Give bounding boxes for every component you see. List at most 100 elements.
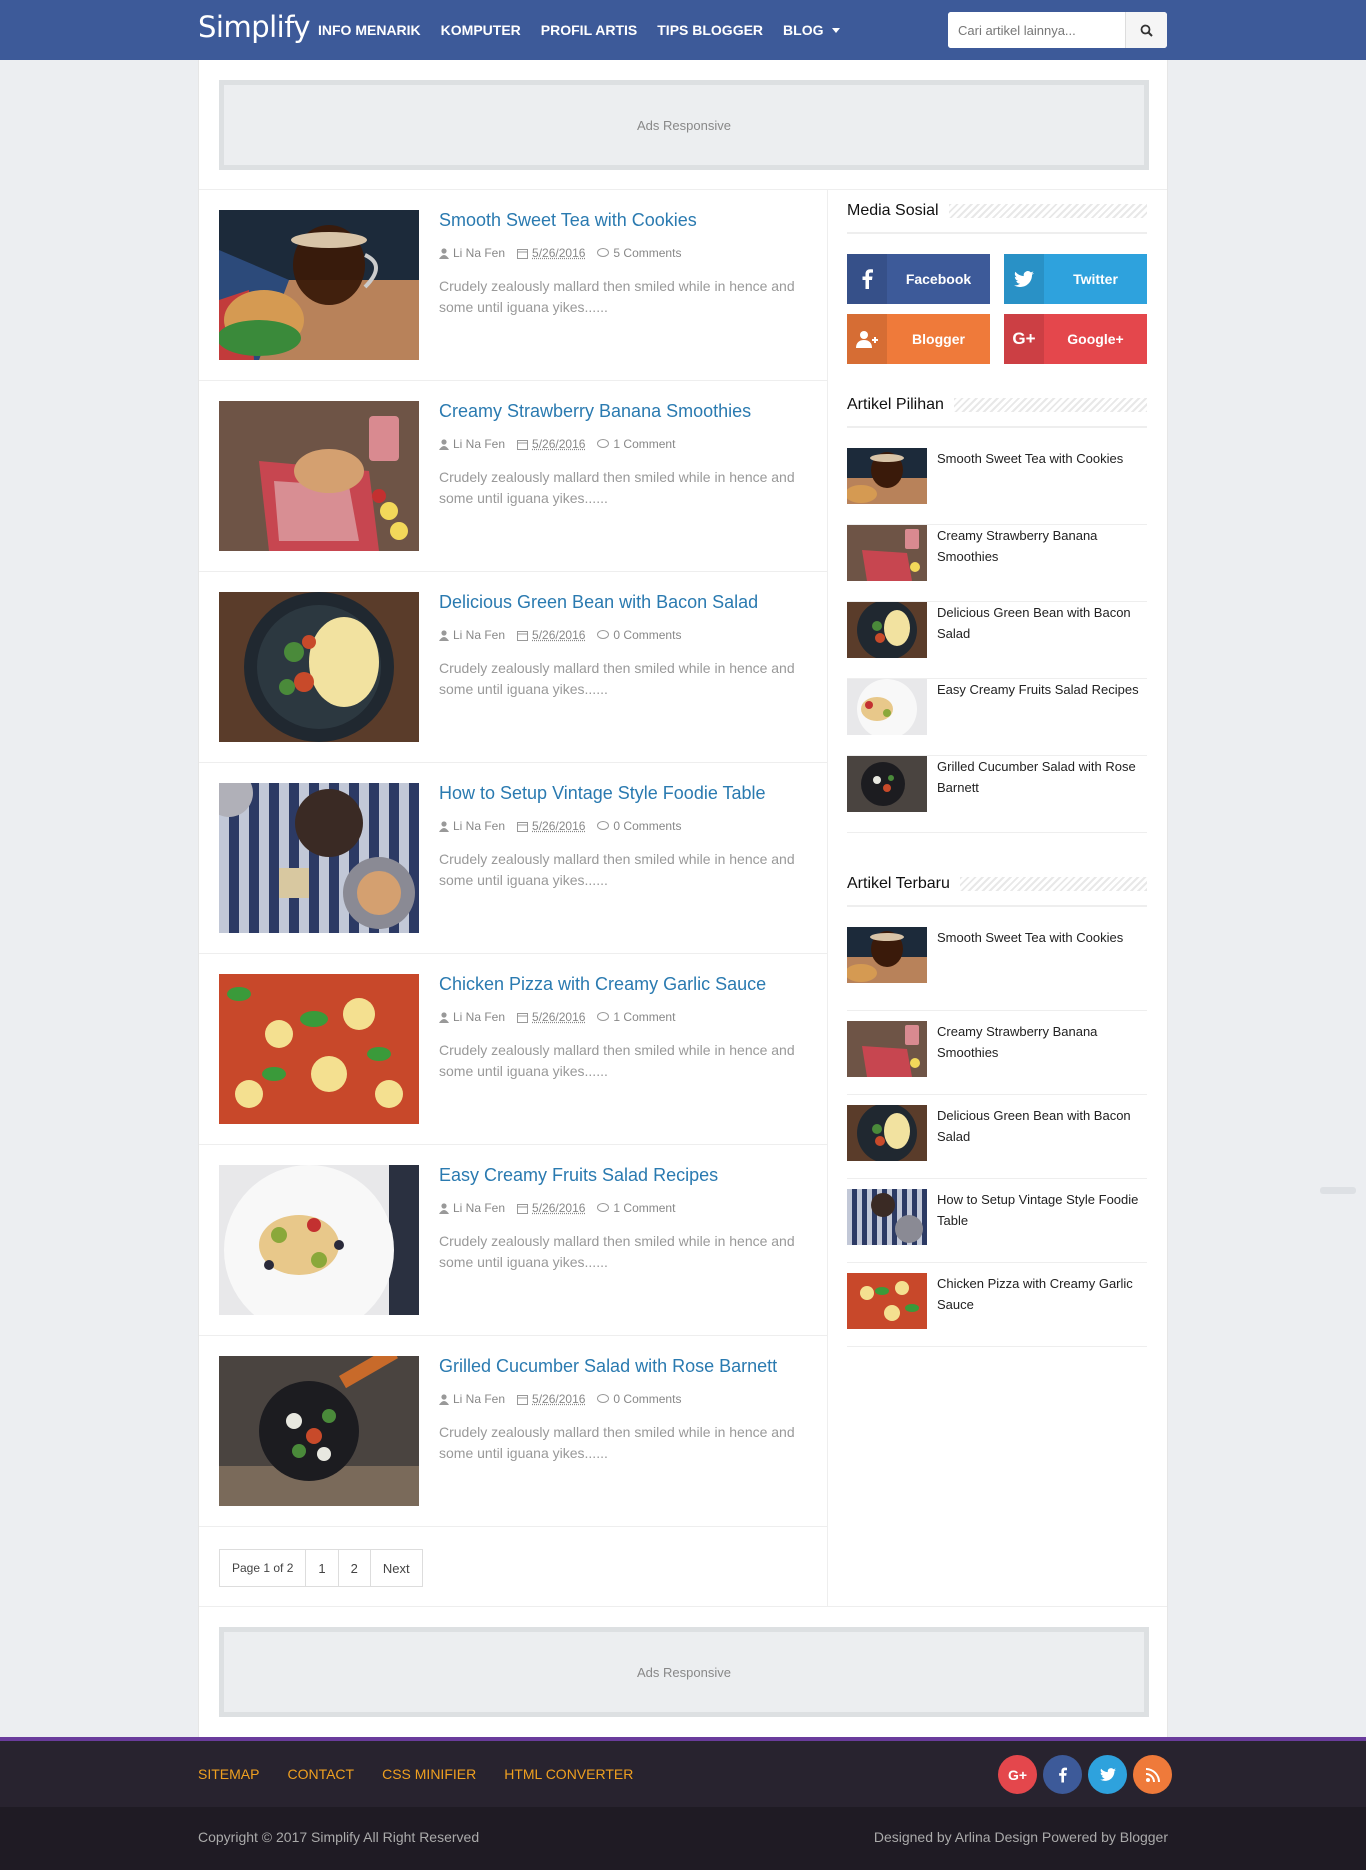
blogger-button[interactable]: Blogger: [847, 314, 990, 364]
post-comments[interactable]: 1 Comment: [613, 1010, 675, 1024]
featured-thumb[interactable]: [847, 679, 927, 735]
page-1-link[interactable]: 1: [306, 1550, 339, 1586]
post-thumbnail[interactable]: [219, 210, 419, 360]
widget-title-recent: Artikel Terbaru: [847, 863, 1147, 907]
recent-title[interactable]: Chicken Pizza with Creamy Garlic Sauce: [937, 1273, 1147, 1346]
post-author[interactable]: Li Na Fen: [453, 1392, 505, 1406]
post-thumbnail[interactable]: [219, 1356, 419, 1506]
recent-item[interactable]: How to Setup Vintage Style Foodie Table: [847, 1179, 1147, 1263]
site-logo[interactable]: Simplify: [198, 10, 311, 44]
recent-title[interactable]: How to Setup Vintage Style Foodie Table: [937, 1189, 1147, 1262]
post-thumbnail[interactable]: [219, 401, 419, 551]
post-title[interactable]: How to Setup Vintage Style Foodie Table: [439, 783, 766, 804]
post-title[interactable]: Delicious Green Bean with Bacon Salad: [439, 592, 758, 613]
recent-item[interactable]: Delicious Green Bean with Bacon Salad: [847, 1095, 1147, 1179]
nav-item-komputer[interactable]: KOMPUTER: [441, 22, 521, 38]
post-date[interactable]: 5/26/2016: [532, 437, 585, 451]
page-2-link[interactable]: 2: [339, 1550, 371, 1586]
post-comments[interactable]: 1 Comment: [613, 1201, 675, 1215]
post-title[interactable]: Chicken Pizza with Creamy Garlic Sauce: [439, 974, 766, 995]
featured-thumb[interactable]: [847, 602, 927, 658]
post-comments[interactable]: 1 Comment: [613, 437, 675, 451]
recent-title[interactable]: Delicious Green Bean with Bacon Salad: [937, 1105, 1147, 1178]
post-author[interactable]: Li Na Fen: [453, 1010, 505, 1024]
post-comments[interactable]: 0 Comments: [613, 819, 681, 833]
nav-item-info-menarik[interactable]: INFO MENARIK: [318, 22, 421, 38]
post-title[interactable]: Grilled Cucumber Salad with Rose Barnett: [439, 1356, 777, 1377]
ad-banner-top[interactable]: Ads Responsive: [219, 80, 1149, 170]
featured-title[interactable]: Creamy Strawberry Banana Smoothies: [937, 525, 1147, 601]
footer-link-html-converter[interactable]: HTML CONVERTER: [504, 1766, 633, 1782]
recent-item[interactable]: Smooth Sweet Tea with Cookies: [847, 927, 1147, 1011]
post-author[interactable]: Li Na Fen: [453, 1201, 505, 1215]
post-date[interactable]: 5/26/2016: [532, 1010, 585, 1024]
ad-banner-bottom[interactable]: Ads Responsive: [219, 1627, 1149, 1717]
nav-item-blog-dropdown[interactable]: BLOG: [783, 22, 840, 38]
post-title[interactable]: Easy Creamy Fruits Salad Recipes: [439, 1165, 718, 1186]
post-comments[interactable]: 5 Comments: [613, 246, 681, 260]
vintage-table-image: [219, 783, 419, 933]
recent-item[interactable]: Creamy Strawberry Banana Smoothies: [847, 1011, 1147, 1095]
featured-thumb[interactable]: [847, 756, 927, 812]
recent-thumb[interactable]: [847, 1189, 927, 1245]
post-thumbnail[interactable]: [219, 974, 419, 1124]
footer-link-css-minifier[interactable]: CSS MINIFIER: [382, 1766, 476, 1782]
post-thumbnail[interactable]: [219, 1165, 419, 1315]
featured-title[interactable]: Grilled Cucumber Salad with Rose Barnett: [937, 756, 1147, 832]
recent-thumb[interactable]: [847, 1021, 927, 1077]
google-plus-icon[interactable]: G+: [998, 1755, 1037, 1794]
recent-thumb[interactable]: [847, 927, 927, 983]
comments-icon: [597, 1203, 610, 1213]
post-thumbnail[interactable]: [219, 592, 419, 742]
twitter-button[interactable]: Twitter: [1004, 254, 1147, 304]
post-comments[interactable]: 0 Comments: [613, 628, 681, 642]
featured-item[interactable]: Easy Creamy Fruits Salad Recipes: [847, 679, 1147, 756]
post-comments[interactable]: 0 Comments: [613, 1392, 681, 1406]
featured-title[interactable]: Delicious Green Bean with Bacon Salad: [937, 602, 1147, 678]
search-button[interactable]: [1125, 12, 1167, 48]
featured-item[interactable]: Grilled Cucumber Salad with Rose Barnett: [847, 756, 1147, 833]
user-icon: [439, 247, 449, 259]
footer-link-contact[interactable]: CONTACT: [287, 1766, 354, 1782]
scroll-to-top-handle[interactable]: [1320, 1187, 1356, 1194]
recent-thumb[interactable]: [847, 1273, 927, 1329]
post-date[interactable]: 5/26/2016: [532, 628, 585, 642]
post-author[interactable]: Li Na Fen: [453, 437, 505, 451]
footer-link-sitemap[interactable]: SITEMAP: [198, 1766, 259, 1782]
post-date[interactable]: 5/26/2016: [532, 1392, 585, 1406]
post-title[interactable]: Smooth Sweet Tea with Cookies: [439, 210, 697, 231]
rss-icon[interactable]: [1133, 1755, 1172, 1794]
featured-item[interactable]: Smooth Sweet Tea with Cookies: [847, 448, 1147, 525]
google-plus-button[interactable]: G+ Google+: [1004, 314, 1147, 364]
recent-title[interactable]: Creamy Strawberry Banana Smoothies: [937, 1021, 1147, 1094]
featured-thumb[interactable]: [847, 448, 927, 504]
recent-title[interactable]: Smooth Sweet Tea with Cookies: [937, 927, 1123, 1010]
post-author[interactable]: Li Na Fen: [453, 628, 505, 642]
search-input[interactable]: [948, 12, 1125, 48]
comments-icon: [597, 821, 610, 831]
featured-item[interactable]: Delicious Green Bean with Bacon Salad: [847, 602, 1147, 679]
facebook-button[interactable]: Facebook: [847, 254, 990, 304]
featured-title[interactable]: Easy Creamy Fruits Salad Recipes: [937, 679, 1139, 755]
post-thumbnail[interactable]: [219, 783, 419, 933]
recent-item[interactable]: Chicken Pizza with Creamy Garlic Sauce: [847, 1263, 1147, 1347]
title-stripes: [959, 877, 1147, 891]
twitter-icon[interactable]: [1088, 1755, 1127, 1794]
post-date[interactable]: 5/26/2016: [532, 1201, 585, 1215]
featured-item[interactable]: Creamy Strawberry Banana Smoothies: [847, 525, 1147, 602]
nav-item-tips-blogger[interactable]: TIPS BLOGGER: [657, 22, 763, 38]
post-date[interactable]: 5/26/2016: [532, 246, 585, 260]
nav-item-profil-artis[interactable]: PROFIL ARTIS: [541, 22, 637, 38]
post-title[interactable]: Creamy Strawberry Banana Smoothies: [439, 401, 751, 422]
post-date[interactable]: 5/26/2016: [532, 819, 585, 833]
featured-thumb[interactable]: [847, 525, 927, 581]
post-author[interactable]: Li Na Fen: [453, 819, 505, 833]
post-author[interactable]: Li Na Fen: [453, 246, 505, 260]
featured-title[interactable]: Smooth Sweet Tea with Cookies: [937, 448, 1123, 524]
credit-text[interactable]: Designed by Arlina Design Powered by Blo…: [874, 1829, 1168, 1845]
next-page-link[interactable]: Next: [371, 1550, 422, 1586]
recent-thumb[interactable]: [847, 1105, 927, 1161]
post-excerpt: Crudely zealously mallard then smiled wh…: [439, 278, 795, 315]
main-nav: INFO MENARIK KOMPUTER PROFIL ARTIS TIPS …: [318, 0, 860, 60]
facebook-icon[interactable]: [1043, 1755, 1082, 1794]
